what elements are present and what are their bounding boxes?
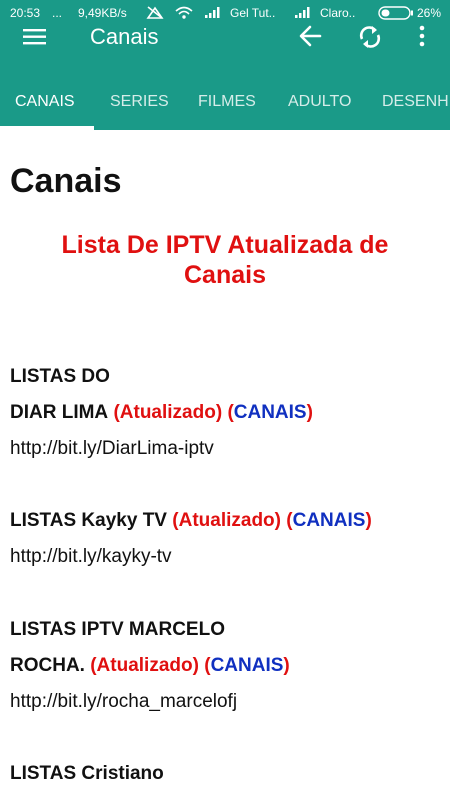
tab-canais[interactable]: CANAIS bbox=[15, 93, 75, 111]
more-options-icon[interactable] bbox=[406, 24, 438, 50]
status-time: 20:53 bbox=[10, 6, 41, 20]
category-label: CANAIS bbox=[210, 655, 284, 676]
paren-close: ) bbox=[283, 655, 290, 676]
category-label: CANAIS bbox=[292, 510, 366, 531]
category-label: CANAIS bbox=[233, 402, 307, 423]
status-battery-level: 26% bbox=[417, 6, 442, 20]
tab-filmes[interactable]: FILMES bbox=[198, 93, 256, 111]
signal-icon bbox=[295, 7, 310, 18]
list-name: LISTAS Cristiano bbox=[10, 763, 164, 784]
list-url-link[interactable]: http://bit.ly/rocha_marcelofj bbox=[10, 691, 237, 713]
list-name: LISTAS DO bbox=[10, 366, 110, 387]
list-name: LISTAS IPTV MARCELO bbox=[10, 619, 225, 640]
status-notification-dots: ... bbox=[52, 6, 63, 20]
updated-label: (Atualizado) bbox=[172, 510, 281, 531]
app-bar: Canais bbox=[0, 24, 450, 76]
battery-icon bbox=[378, 6, 413, 20]
wifi-icon bbox=[175, 6, 193, 19]
article-headline: Lista De IPTV Atualizada de Canais bbox=[0, 230, 450, 290]
headline-line: Lista De IPTV Atualizada de bbox=[61, 231, 389, 259]
list-url-link[interactable]: http://bit.ly/kayky-tv bbox=[10, 546, 172, 568]
status-carrier-1: Gel Tut.. bbox=[230, 6, 276, 20]
list-item: DIAR LIMA (Atualizado) (CANAIS) bbox=[10, 402, 313, 424]
refresh-icon[interactable] bbox=[354, 24, 386, 50]
status-network-speed: 9,49KB/s bbox=[78, 6, 127, 20]
headline-line: Canais bbox=[184, 261, 266, 289]
updated-label: (Atualizado) bbox=[113, 402, 223, 423]
tab-adulto[interactable]: ADULTO bbox=[288, 93, 351, 111]
data-saver-icon bbox=[146, 6, 164, 19]
list-name: LISTAS Kayky TV bbox=[10, 510, 167, 531]
list-item: ROCHA. (Atualizado) (CANAIS) bbox=[10, 655, 290, 677]
menu-icon[interactable] bbox=[20, 24, 52, 50]
tab-desenhos[interactable]: DESENH bbox=[382, 93, 449, 111]
paren-close: ) bbox=[306, 402, 313, 423]
tab-bar: CANAIS SERIES FILMES ADULTO DESENH bbox=[0, 76, 450, 130]
updated-label: (Atualizado) bbox=[90, 655, 199, 676]
list-name: ROCHA. bbox=[10, 655, 85, 676]
back-arrow-icon[interactable] bbox=[295, 24, 327, 50]
list-name: DIAR LIMA bbox=[10, 402, 109, 423]
list-item: LISTAS Kayky TV (Atualizado) (CANAIS) bbox=[10, 510, 372, 532]
status-carrier-2: Claro.. bbox=[320, 6, 356, 20]
page-title: Canais bbox=[10, 162, 122, 200]
list-url-link[interactable]: http://bit.ly/DiarLima-iptv bbox=[10, 438, 214, 460]
tab-series[interactable]: SERIES bbox=[110, 93, 169, 111]
status-bar: 20:53 ... 9,49KB/s Gel Tut.. Claro.. 26% bbox=[0, 0, 450, 24]
app-title: Canais bbox=[90, 24, 159, 49]
signal-icon bbox=[205, 7, 220, 18]
article-content[interactable]: Canais Lista De IPTV Atualizada de Canai… bbox=[0, 130, 450, 800]
paren-close: ) bbox=[365, 510, 372, 531]
